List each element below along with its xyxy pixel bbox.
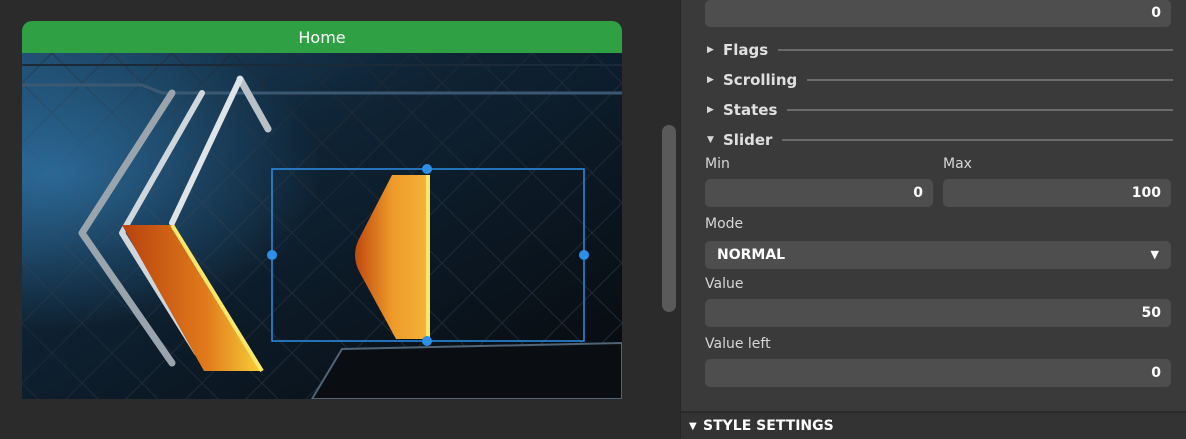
- section-slider[interactable]: ▼ Slider: [707, 130, 1173, 150]
- section-divider: [778, 49, 1173, 51]
- value-field[interactable]: 50: [705, 299, 1171, 327]
- value-left-field[interactable]: 0: [705, 359, 1171, 387]
- section-divider: [787, 109, 1173, 111]
- section-divider: [807, 79, 1173, 81]
- expand-triangle-icon: ▶: [707, 75, 714, 85]
- section-label: Scrolling: [723, 71, 798, 89]
- section-label: Flags: [723, 41, 769, 59]
- mode-label: Mode: [705, 216, 744, 232]
- min-field[interactable]: 0: [705, 179, 933, 207]
- expand-triangle-icon: ▶: [707, 45, 714, 55]
- screen-preview: Home: [22, 21, 622, 399]
- value-label: Value: [705, 276, 744, 292]
- canvas-area: Home: [0, 0, 652, 439]
- canvas-artwork: [22, 53, 622, 399]
- max-field[interactable]: 100: [943, 179, 1171, 207]
- style-settings-header[interactable]: ▼ STYLE SETTINGS: [681, 411, 1186, 439]
- section-flags[interactable]: ▶ Flags: [707, 40, 1173, 60]
- screen-canvas[interactable]: [22, 53, 622, 399]
- min-label: Min: [705, 156, 730, 172]
- expand-triangle-icon: ▶: [707, 105, 714, 115]
- dropdown-arrow-icon: ▼: [1150, 248, 1159, 261]
- style-settings-label: STYLE SETTINGS: [703, 418, 834, 434]
- section-label: Slider: [723, 131, 773, 149]
- screen-title: Home: [22, 21, 622, 53]
- max-label: Max: [943, 156, 972, 172]
- collapse-triangle-icon: ▼: [707, 135, 714, 145]
- mode-select-value: NORMAL: [717, 247, 786, 263]
- section-scrolling[interactable]: ▶ Scrolling: [707, 70, 1173, 90]
- scrollbar-thumb[interactable]: [662, 125, 676, 312]
- section-states[interactable]: ▶ States: [707, 100, 1173, 120]
- section-divider: [782, 139, 1173, 141]
- top-value-field[interactable]: 0: [705, 0, 1171, 27]
- value-left-label: Value left: [705, 336, 771, 352]
- properties-panel: 0 ▶ Flags ▶ Scrolling ▶ States ▼ Slider …: [680, 0, 1186, 439]
- collapse-triangle-icon: ▼: [689, 420, 697, 432]
- mode-select[interactable]: NORMAL ▼: [705, 241, 1171, 269]
- section-label: States: [723, 101, 778, 119]
